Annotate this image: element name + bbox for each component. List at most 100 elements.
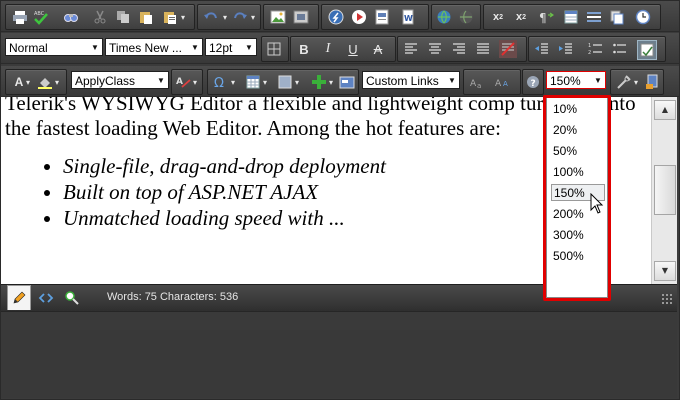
numbered-list-icon[interactable]: 12 <box>587 40 605 58</box>
remove-alignment-icon[interactable] <box>499 40 517 58</box>
format-stripper-dropdown-arrow-icon[interactable]: ▾ <box>190 73 200 91</box>
align-right-icon[interactable] <box>450 40 468 58</box>
subscript-icon[interactable]: x2 <box>512 8 530 26</box>
zoom-option-50[interactable]: 50% <box>551 143 605 160</box>
italic-icon[interactable]: I <box>319 40 337 58</box>
copy-icon[interactable] <box>114 8 132 26</box>
zoom-option-300[interactable]: 300% <box>551 227 605 244</box>
toolbar-group-media: W <box>321 4 429 30</box>
insert-custom-dropdown-arrow-icon[interactable]: ▾ <box>326 73 336 91</box>
toolbar-group-insert: Ω ▾ ▾ ▾ ▾ <box>207 69 359 95</box>
print-icon[interactable] <box>11 8 29 26</box>
strikethrough-icon[interactable]: A <box>369 40 387 58</box>
paste-dropdown-arrow-icon[interactable]: ▾ <box>178 8 188 26</box>
code-icon <box>38 293 54 303</box>
align-center-icon[interactable] <box>426 40 444 58</box>
paragraph-style-select[interactable]: Normal ▼ <box>5 38 103 56</box>
custom-links-value: Custom Links <box>366 74 439 88</box>
zoom-select[interactable]: 150% ▼ <box>546 71 606 89</box>
html-mode-tab[interactable] <box>35 287 57 309</box>
chevron-down-icon: ▼ <box>594 76 602 85</box>
template-manager-icon[interactable] <box>643 73 661 91</box>
svg-text:A: A <box>176 77 183 87</box>
font-name-select[interactable]: Times New ... ▼ <box>105 38 203 56</box>
svg-text:2: 2 <box>588 50 591 56</box>
bold-icon[interactable]: B <box>295 40 313 58</box>
document-icon[interactable]: W <box>399 8 417 26</box>
custom-links-select[interactable]: Custom Links ▼ <box>362 71 460 89</box>
justify-icon[interactable] <box>474 40 492 58</box>
horizontal-rule-icon[interactable] <box>585 8 603 26</box>
zoom-icon <box>65 291 79 305</box>
toolbar-group-history: ▾ ▾ <box>197 4 261 30</box>
underline-icon[interactable]: U <box>344 40 362 58</box>
module-tools-dropdown-arrow-icon[interactable]: ▾ <box>631 73 641 91</box>
module-manager-icon[interactable] <box>608 8 626 26</box>
convert-to-upper-icon[interactable]: AA <box>494 73 512 91</box>
table-dropdown-arrow-icon[interactable]: ▾ <box>260 73 270 91</box>
bulleted-list-icon[interactable] <box>611 40 629 58</box>
svg-text:A: A <box>503 80 508 88</box>
scroll-down-icon[interactable]: ▼ <box>654 261 676 281</box>
cut-icon[interactable] <box>91 8 109 26</box>
indent-icon[interactable] <box>557 40 575 58</box>
toolbar-group-colors: A ▾ ▾ <box>5 69 67 95</box>
table-properties-icon[interactable] <box>265 40 283 58</box>
align-left-icon[interactable] <box>402 40 420 58</box>
template-icon[interactable] <box>373 8 391 26</box>
spellcheck-icon[interactable]: ABC <box>32 8 50 26</box>
font-color-dropdown-arrow-icon[interactable]: ▾ <box>23 73 33 91</box>
vertical-scrollbar[interactable]: ▲ ▼ <box>651 97 677 284</box>
zoom-option-500[interactable]: 500% <box>551 248 605 265</box>
paste-icon[interactable] <box>137 8 155 26</box>
snippet-dropdown-arrow-icon[interactable]: ▾ <box>292 73 302 91</box>
toolbar-group-format: x2 x2 ¶ <box>483 4 661 30</box>
toolbar-group-table <box>261 36 289 62</box>
paste-special-icon[interactable] <box>161 8 179 26</box>
zoom-option-100[interactable]: 100% <box>551 164 605 181</box>
undo-icon[interactable] <box>202 8 220 26</box>
apply-class-select[interactable]: ApplyClass ▼ <box>71 71 169 89</box>
symbol-dropdown-arrow-icon[interactable]: ▾ <box>228 73 238 91</box>
design-mode-tab[interactable] <box>7 285 31 310</box>
convert-to-lower-icon[interactable]: Aa <box>469 73 487 91</box>
zoom-option-10[interactable]: 10% <box>551 101 605 118</box>
redo-dropdown-arrow-icon[interactable]: ▾ <box>248 8 258 26</box>
svg-text:Ω: Ω <box>214 76 224 90</box>
svg-text:A: A <box>495 79 502 89</box>
toolbar-group-help: ? <box>522 69 544 95</box>
insert-table-icon[interactable] <box>562 8 580 26</box>
background-color-dropdown-arrow-icon[interactable]: ▾ <box>52 73 62 91</box>
redo-icon[interactable] <box>231 8 249 26</box>
unlink-icon[interactable] <box>457 8 475 26</box>
font-size-select[interactable]: 12pt ▼ <box>205 38 257 56</box>
svg-text:a: a <box>477 82 481 90</box>
chevron-down-icon: ▼ <box>191 43 199 52</box>
help-icon[interactable]: ? <box>524 73 542 91</box>
find-icon[interactable] <box>62 8 80 26</box>
link-icon[interactable] <box>435 8 453 26</box>
preview-mode-tab[interactable] <box>61 287 83 309</box>
image-map-icon[interactable] <box>292 8 310 26</box>
font-name-value: Times New ... <box>109 41 182 55</box>
scrollbar-thumb[interactable] <box>654 165 676 215</box>
flash-icon[interactable] <box>327 8 345 26</box>
toolbar-group-links <box>431 4 481 30</box>
clock-icon[interactable] <box>634 8 652 26</box>
form-element-icon[interactable] <box>338 73 356 91</box>
media-icon[interactable] <box>350 8 368 26</box>
zoom-option-20[interactable]: 20% <box>551 122 605 139</box>
superscript-icon[interactable]: x2 <box>489 8 507 26</box>
outdent-icon[interactable] <box>533 40 551 58</box>
toolbar-row-1: ABC ▾ ▾ ▾ W x2 x2 ¶ <box>1 1 679 32</box>
zoom-value: 150% <box>550 74 581 88</box>
toggle-table-border-icon[interactable] <box>637 40 657 60</box>
paragraph-mark-icon[interactable]: ¶ <box>537 8 555 26</box>
undo-dropdown-arrow-icon[interactable]: ▾ <box>220 8 230 26</box>
scroll-up-icon[interactable]: ▲ <box>654 100 676 120</box>
toolbar-group-modules: ▾ <box>610 69 664 95</box>
resize-grip-icon[interactable] <box>661 291 673 305</box>
toolbar-group-alignment <box>397 36 527 62</box>
image-icon[interactable] <box>269 8 287 26</box>
toolbar-group-text-style: B I U A <box>290 36 396 62</box>
